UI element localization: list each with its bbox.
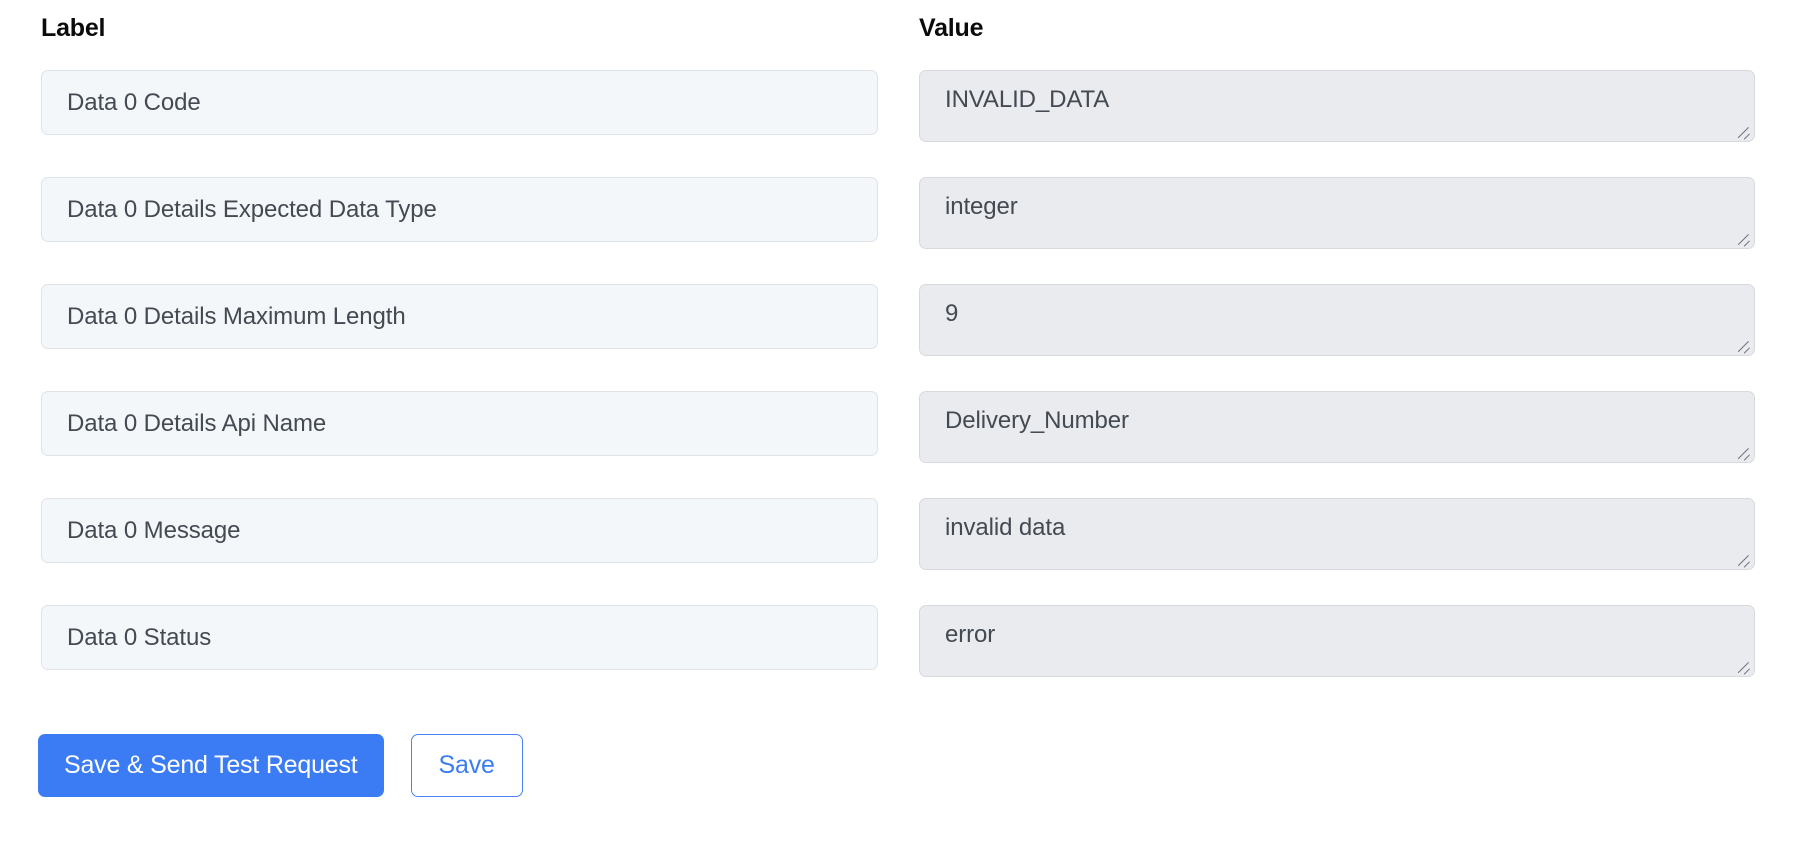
save-button[interactable]: Save <box>410 734 523 797</box>
label-input[interactable]: Data 0 Status <box>41 605 878 670</box>
label-column-header: Label <box>41 14 106 42</box>
value-column-header: Value <box>919 14 984 42</box>
value-textarea[interactable]: invalid data <box>919 498 1755 570</box>
resize-grip-icon[interactable] <box>1735 444 1751 461</box>
label-input[interactable]: Data 0 Message <box>41 498 878 563</box>
form-page: Label Value Data 0 Code INVALID_DATA Data … <box>0 0 1804 856</box>
label-input[interactable]: Data 0 Code <box>41 70 878 135</box>
label-input[interactable]: Data 0 Details Expected Data Type <box>41 177 878 242</box>
value-textarea[interactable]: INVALID_DATA <box>919 70 1755 142</box>
value-text: integer <box>945 193 1018 220</box>
form-actions: Save & Send Test Request Save <box>0 734 1804 797</box>
column-headers: Label Value <box>0 0 1804 43</box>
field-row: Data 0 Code INVALID_DATA <box>0 70 1804 177</box>
value-textarea[interactable]: 9 <box>919 284 1755 356</box>
resize-grip-icon[interactable] <box>1735 551 1751 568</box>
field-row: Data 0 Status error <box>0 605 1804 712</box>
resize-grip-icon[interactable] <box>1735 123 1751 140</box>
field-row: Data 0 Details Maximum Length 9 <box>0 284 1804 391</box>
value-text: Delivery_Number <box>945 407 1129 434</box>
value-text: 9 <box>945 300 959 327</box>
value-textarea[interactable]: error <box>919 605 1755 677</box>
resize-grip-icon[interactable] <box>1735 230 1751 247</box>
value-text: invalid data <box>945 514 1066 541</box>
field-row: Data 0 Details Api Name Delivery_Number <box>0 391 1804 498</box>
value-text: INVALID_DATA <box>945 86 1110 113</box>
value-textarea[interactable]: integer <box>919 177 1755 249</box>
value-text: error <box>945 621 996 648</box>
field-row: Data 0 Details Expected Data Type integer <box>0 177 1804 284</box>
field-rows: Data 0 Code INVALID_DATA Data 0 Details Ex… <box>0 70 1804 712</box>
value-textarea[interactable]: Delivery_Number <box>919 391 1755 463</box>
label-input[interactable]: Data 0 Details Api Name <box>41 391 878 456</box>
save-and-send-test-request-button[interactable]: Save & Send Test Request <box>38 734 384 797</box>
resize-grip-icon[interactable] <box>1735 658 1751 675</box>
label-input[interactable]: Data 0 Details Maximum Length <box>41 284 878 349</box>
field-row: Data 0 Message invalid data <box>0 498 1804 605</box>
resize-grip-icon[interactable] <box>1735 337 1751 354</box>
